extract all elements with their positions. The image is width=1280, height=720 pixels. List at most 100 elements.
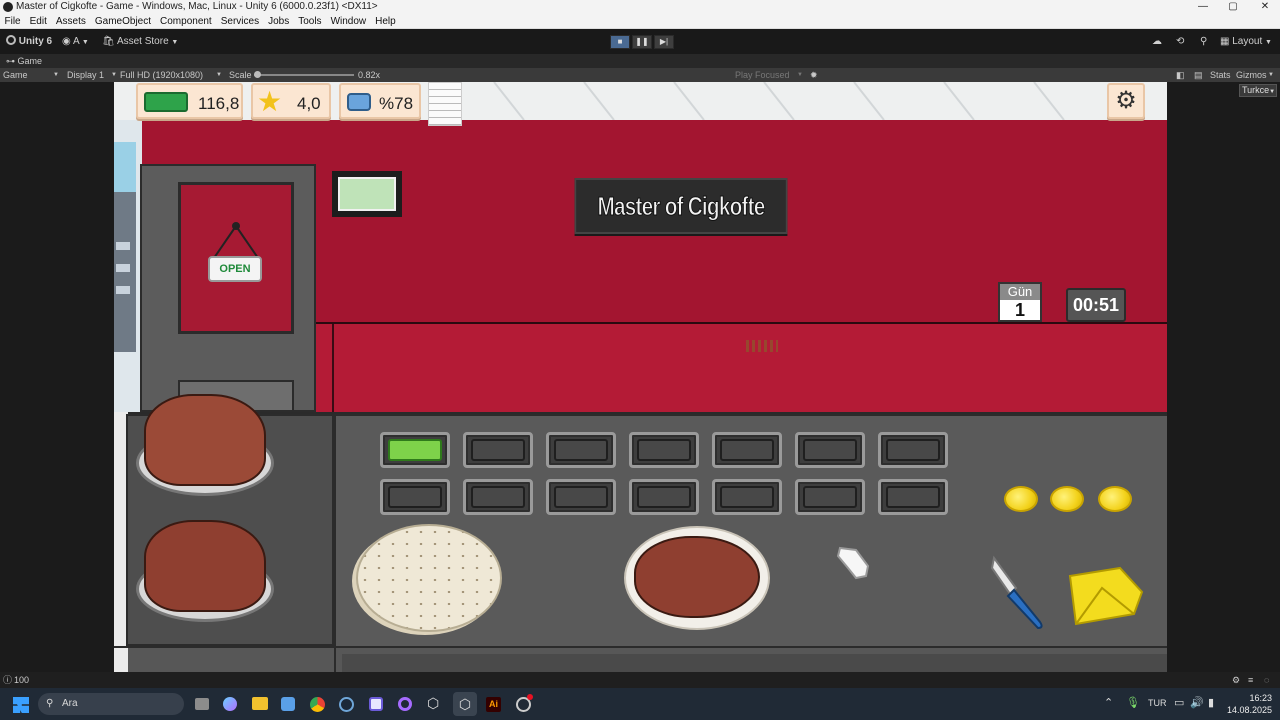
ingredient-tray[interactable] bbox=[546, 432, 616, 468]
view-mode-dropdown[interactable]: Game ▼ bbox=[3, 68, 59, 82]
asset-store-dropdown[interactable]: 🛍 Asset Store ▼ bbox=[102, 34, 178, 49]
unity-editor-icon[interactable]: ⬡ bbox=[453, 692, 477, 716]
chevron-down-icon[interactable]: ▼ bbox=[1268, 68, 1274, 82]
ingredient-tray-lettuce[interactable] bbox=[380, 432, 450, 468]
lemon[interactable] bbox=[1098, 486, 1132, 512]
lemon[interactable] bbox=[1050, 486, 1084, 512]
close-button[interactable]: ✕ bbox=[1250, 0, 1280, 14]
menu-component[interactable]: Component bbox=[156, 14, 217, 29]
money-icon bbox=[144, 92, 188, 112]
ingredient-tray[interactable] bbox=[629, 432, 699, 468]
aspect-icon[interactable]: ◧ bbox=[1176, 68, 1185, 82]
menu-edit[interactable]: Edit bbox=[25, 14, 51, 29]
ingredient-tray[interactable] bbox=[795, 479, 865, 515]
store-icon[interactable] bbox=[281, 697, 295, 711]
steam-icon[interactable] bbox=[339, 697, 354, 712]
progress-icon[interactable]: ◌ bbox=[1264, 672, 1269, 688]
menu-help[interactable]: Help bbox=[371, 14, 401, 29]
ingredient-tray[interactable] bbox=[712, 479, 782, 515]
ingredient-tray[interactable] bbox=[629, 479, 699, 515]
task-view-icon[interactable] bbox=[195, 698, 209, 710]
ingredient-tray[interactable] bbox=[463, 432, 533, 468]
receipt-icon[interactable] bbox=[428, 82, 462, 126]
tray-slot bbox=[554, 439, 608, 461]
scale-slider-handle[interactable] bbox=[254, 71, 261, 78]
obs-icon[interactable] bbox=[398, 697, 412, 711]
search-icon[interactable]: ⚲ bbox=[1200, 34, 1207, 49]
sun-icon[interactable]: ✹ bbox=[810, 68, 818, 82]
ingredient-tray[interactable] bbox=[463, 479, 533, 515]
sign-hanger bbox=[213, 222, 259, 259]
satisfaction-value: %78 bbox=[379, 94, 414, 113]
chevron-up-icon[interactable]: ⌃ bbox=[1104, 696, 1113, 709]
open-sign[interactable]: OPEN bbox=[208, 256, 262, 282]
battery-icon[interactable]: ▮ bbox=[1208, 696, 1214, 709]
chevron-down-icon: ▼ bbox=[216, 72, 222, 78]
menu-tools[interactable]: Tools bbox=[294, 14, 326, 29]
cloth-icon[interactable] bbox=[1064, 564, 1148, 628]
layers-icon[interactable]: ≡ bbox=[1248, 672, 1253, 688]
menu-jobs[interactable]: Jobs bbox=[264, 14, 294, 29]
pause-button[interactable]: ❚❚ bbox=[632, 35, 652, 49]
knife-icon[interactable] bbox=[986, 554, 1056, 634]
minimize-button[interactable]: — bbox=[1188, 0, 1218, 14]
maximize-button[interactable]: ▢ bbox=[1218, 0, 1248, 14]
menu-file[interactable]: File bbox=[0, 14, 25, 29]
input-language[interactable]: TUR bbox=[1148, 698, 1167, 708]
gizmos-toggle[interactable]: Gizmos bbox=[1236, 68, 1267, 82]
language-dropdown[interactable]: Turkce▼ bbox=[1239, 84, 1277, 97]
file-explorer-icon[interactable] bbox=[252, 697, 268, 710]
ingredient-tray[interactable] bbox=[878, 479, 948, 515]
scale-label: Scale bbox=[229, 70, 252, 80]
app-icon[interactable] bbox=[369, 697, 383, 711]
lemon-cut[interactable] bbox=[1004, 486, 1038, 512]
account-icon: ◉ bbox=[62, 36, 71, 47]
taskbar-search[interactable]: ⚲ Ara bbox=[38, 693, 184, 715]
stats-toggle[interactable]: Stats bbox=[1210, 68, 1231, 82]
ingredient-tray[interactable] bbox=[878, 432, 948, 468]
account-dropdown[interactable]: ◉ A ▼ bbox=[62, 34, 89, 49]
settings-button[interactable]: ⚙ bbox=[1107, 83, 1145, 119]
volume-icon[interactable]: 🔊 bbox=[1190, 696, 1204, 709]
play-button[interactable]: ■ bbox=[610, 35, 630, 49]
resolution-dropdown[interactable]: Full HD (1920x1080) ▼ bbox=[120, 68, 222, 82]
layout-dropdown[interactable]: ▦ Layout ▼ bbox=[1220, 34, 1272, 49]
game-tab-row: ⊶ Game bbox=[0, 54, 1280, 68]
ingredient-tray[interactable] bbox=[795, 432, 865, 468]
scale-slider[interactable] bbox=[254, 71, 354, 78]
ingredient-tray[interactable] bbox=[546, 479, 616, 515]
unity-hub-icon[interactable]: ⬡ bbox=[427, 696, 442, 711]
history-icon[interactable]: ⟲ bbox=[1176, 34, 1184, 49]
plate-cigkofte[interactable] bbox=[634, 536, 760, 618]
network-icon[interactable]: ▭ bbox=[1174, 696, 1184, 709]
bag-icon: 🛍 bbox=[102, 36, 115, 47]
display-dropdown[interactable]: Display 1 ▼ bbox=[67, 68, 117, 82]
unity-logo-icon bbox=[6, 35, 16, 45]
taskbar-clock[interactable]: 16:23 14.08.2025 bbox=[1222, 692, 1272, 716]
windows-start-icon[interactable] bbox=[13, 697, 29, 713]
cigkofte-dough[interactable] bbox=[144, 394, 266, 486]
chevron-down-icon: ▼ bbox=[1265, 39, 1272, 46]
grid-icon[interactable]: ▤ bbox=[1194, 68, 1203, 82]
step-button[interactable]: ▶| bbox=[654, 35, 674, 49]
tab-game[interactable]: ⊶ Game bbox=[6, 54, 42, 68]
stop-icon: ■ bbox=[617, 37, 623, 46]
cigkofte-dough[interactable] bbox=[144, 520, 266, 612]
tray-slot bbox=[886, 439, 940, 461]
menu-assets[interactable]: Assets bbox=[51, 14, 90, 29]
unity-version-button[interactable]: Unity 6 bbox=[6, 34, 52, 49]
lavash-bread[interactable] bbox=[356, 524, 502, 632]
microphone-icon[interactable]: 🎙 bbox=[1126, 696, 1140, 709]
menu-window[interactable]: Window bbox=[326, 14, 371, 29]
ingredient-tray[interactable] bbox=[380, 479, 450, 515]
day-number: 1 bbox=[1014, 300, 1025, 320]
menu-gameobject[interactable]: GameObject bbox=[90, 14, 155, 29]
menu-services[interactable]: Services bbox=[216, 14, 263, 29]
chrome-icon[interactable] bbox=[310, 697, 325, 712]
copilot-icon[interactable] bbox=[223, 697, 237, 711]
debug-icon[interactable]: ⚙ bbox=[1232, 672, 1240, 688]
ingredient-tray[interactable] bbox=[712, 432, 782, 468]
play-focused-dropdown[interactable]: Play Focused ▼ bbox=[735, 68, 803, 82]
cloud-icon[interactable]: ☁ bbox=[1152, 34, 1162, 49]
illustrator-icon[interactable]: Ai bbox=[486, 697, 501, 712]
